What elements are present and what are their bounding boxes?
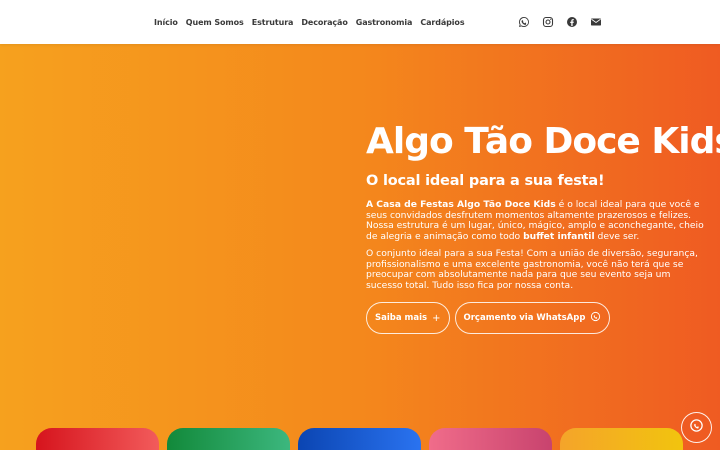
main-nav: Início Quem Somos Estrutura Decoração Ga… xyxy=(154,0,465,44)
saiba-mais-button[interactable]: Saiba mais + xyxy=(366,302,450,334)
nav-link-inicio[interactable]: Início xyxy=(154,18,178,27)
facebook-icon[interactable] xyxy=(566,16,578,28)
nav-link-decoracao[interactable]: Decoração xyxy=(301,18,347,27)
hero-paragraph-1: A Casa de Festas Algo Tão Doce Kids é o … xyxy=(366,199,706,242)
instagram-icon[interactable] xyxy=(542,16,554,28)
category-cards xyxy=(36,428,683,450)
hero-subtitle: O local ideal para a sua festa! xyxy=(366,173,605,189)
hero-content: Algo Tão Doce Kids O local ideal para a … xyxy=(366,121,720,291)
nav-link-cardapios[interactable]: Cardápios xyxy=(420,18,464,27)
top-navbar: Início Quem Somos Estrutura Decoração Ga… xyxy=(0,0,720,44)
hero-para1-bold: A Casa de Festas Algo Tão Doce Kids xyxy=(366,199,556,210)
category-card-green[interactable] xyxy=(167,428,290,450)
floating-whatsapp-button[interactable] xyxy=(681,412,712,443)
nav-link-quem-somos[interactable]: Quem Somos xyxy=(186,18,244,27)
category-card-blue[interactable] xyxy=(298,428,421,450)
category-card-pink[interactable] xyxy=(429,428,552,450)
orcamento-whatsapp-button[interactable]: Orçamento via WhatsApp xyxy=(454,302,611,334)
hero-buttons: Saiba mais + Orçamento via WhatsApp xyxy=(366,302,611,334)
category-card-yellow[interactable] xyxy=(560,428,683,450)
whatsapp-icon[interactable] xyxy=(518,16,530,28)
plus-icon: + xyxy=(432,312,441,324)
hero-title: Algo Tão Doce Kids xyxy=(366,121,720,162)
category-card-red[interactable] xyxy=(36,428,159,450)
hero-para1-end: deve ser. xyxy=(594,230,640,242)
saiba-mais-label: Saiba mais xyxy=(375,313,428,323)
nav-link-estrutura[interactable]: Estrutura xyxy=(252,18,294,27)
hero-para1-bold2: buffet infantil xyxy=(523,230,595,242)
whatsapp-icon xyxy=(689,418,704,437)
hero-section: Algo Tão Doce Kids O local ideal para a … xyxy=(0,44,720,450)
whatsapp-icon xyxy=(590,311,601,325)
hero-paragraph-2: O conjunto ideal para a sua Festa! Com a… xyxy=(366,248,698,291)
email-icon[interactable] xyxy=(590,16,602,28)
social-links xyxy=(518,0,602,44)
nav-link-gastronomia[interactable]: Gastronomia xyxy=(356,18,413,27)
orcamento-label: Orçamento via WhatsApp xyxy=(463,313,586,323)
